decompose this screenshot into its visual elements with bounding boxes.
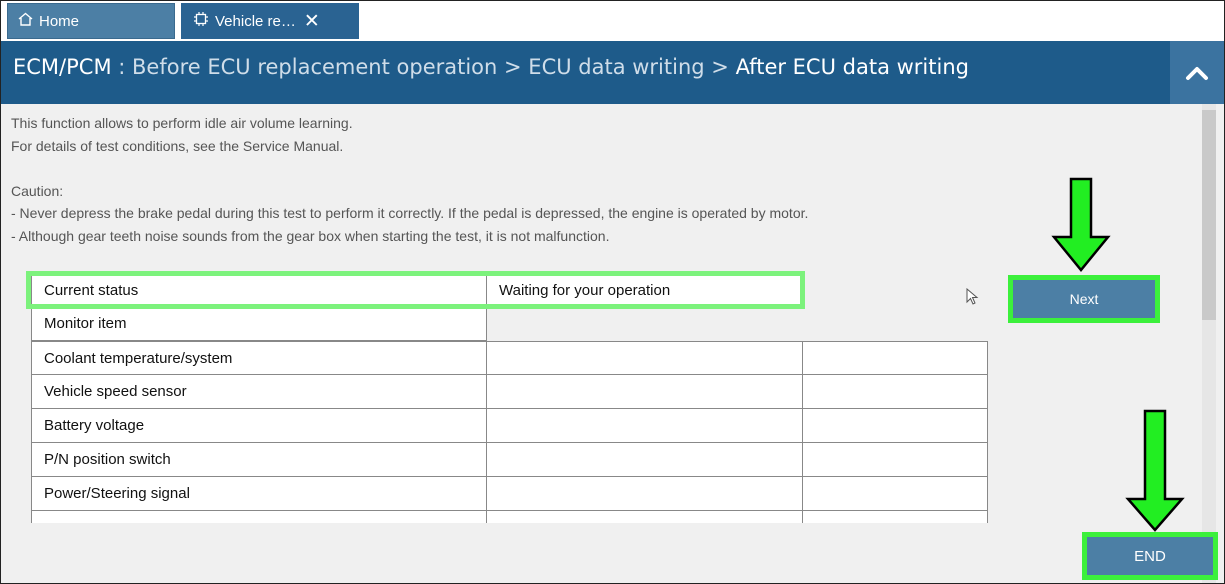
arrow-down-icon [1051, 177, 1111, 272]
monitor-item-judgement [803, 477, 988, 511]
monitor-item-judgement [803, 409, 988, 443]
tab-vehicle-label: Vehicle re… [215, 12, 296, 30]
caution-line: - Although gear teeth noise sounds from … [11, 227, 610, 244]
breadcrumb-step-2: ECU data writing [528, 55, 705, 79]
chip-icon [193, 11, 209, 31]
monitor-item-value [487, 375, 803, 409]
instruction-spacer [11, 157, 808, 180]
end-button[interactable]: END [1082, 532, 1218, 580]
breadcrumb-step-1: Before ECU replacement operation [132, 55, 498, 79]
monitor-item-name: P/N position switch [31, 443, 487, 477]
monitor-item-name: Coolant temperature/system [31, 341, 487, 375]
collapse-button[interactable] [1170, 41, 1224, 104]
breadcrumb-separator: : [111, 55, 133, 79]
page-header: ECM/PCM : Before ECU replacement operati… [1, 41, 1224, 104]
monitor-item-value [487, 511, 803, 523]
chevron-up-icon [1186, 66, 1208, 80]
tab-bar: Home Vehicle re… ✕ [1, 1, 1224, 41]
monitor-item-value [487, 477, 803, 511]
instructions: This function allows to perform idle air… [11, 112, 808, 247]
instruction-line: For details of test conditions, see the … [11, 137, 344, 154]
mouse-cursor-icon [966, 288, 979, 305]
monitor-item-value [487, 409, 803, 443]
breadcrumb-arrow: > [497, 55, 529, 79]
breadcrumb-module: ECM/PCM [13, 55, 112, 79]
monitor-item-name: Vehicle speed sensor [31, 375, 487, 409]
caution-line: - Never depress the brake pedal during t… [11, 205, 809, 221]
tab-vehicle-replacement[interactable]: Vehicle re… ✕ [181, 3, 359, 39]
monitor-item-name: Battery voltage [31, 409, 487, 443]
arrow-down-icon [1125, 409, 1185, 532]
breadcrumb-arrow: > [704, 55, 736, 79]
breadcrumb-current: After ECU data writing [735, 55, 969, 79]
close-icon[interactable]: ✕ [304, 12, 320, 31]
monitor-item-name: Power/Steering signal [31, 477, 487, 511]
home-icon [18, 12, 33, 30]
vertical-scrollbar[interactable] [1202, 104, 1216, 583]
app-window: Home Vehicle re… ✕ ECM/PCM : Before ECU … [0, 0, 1225, 584]
monitor-item-value [487, 341, 803, 375]
instruction-line: This function allows to perform idle air… [11, 115, 353, 131]
breadcrumb: ECM/PCM : Before ECU replacement operati… [13, 55, 969, 79]
monitor-item-judgement [803, 511, 988, 523]
tab-home[interactable]: Home [7, 3, 175, 39]
monitor-item-value [487, 443, 803, 477]
monitor-item-judgement [803, 443, 988, 477]
tab-home-label: Home [39, 12, 80, 30]
next-button[interactable]: Next [1008, 275, 1160, 323]
monitor-item-judgement [803, 341, 988, 375]
monitor-header-row: Monitor item [31, 307, 487, 341]
scrollbar-thumb[interactable] [1202, 110, 1216, 320]
monitor-item-judgement [803, 375, 988, 409]
caution-heading: Caution: [11, 182, 64, 199]
status-highlight [26, 271, 805, 309]
monitor-item-label: Monitor item [31, 307, 487, 341]
monitor-item-name [31, 511, 487, 523]
